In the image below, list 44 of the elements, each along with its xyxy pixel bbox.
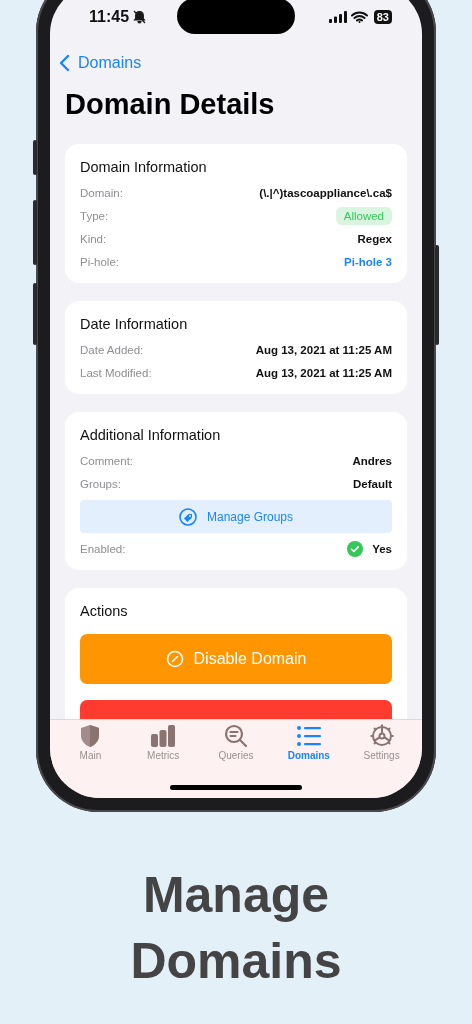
tag-icon [178, 507, 197, 526]
field-value: Aug 13, 2021 at 11:25 AM [255, 344, 392, 356]
action-button[interactable]: Disable Domain [80, 634, 392, 684]
bar-chart-icon [149, 724, 178, 748]
manage-groups-button[interactable]: Manage Groups [80, 500, 392, 533]
section-title: Additional Information [80, 426, 222, 444]
field-value: Andres [352, 455, 392, 467]
field-label: Kind: [80, 233, 107, 245]
wifi-icon [350, 11, 368, 23]
list-icon [294, 724, 323, 748]
field-value: Yes [372, 543, 392, 555]
back-button[interactable]: Domains [59, 52, 142, 74]
field-value: (\.|^)tascoappliance\.ca$ [259, 187, 392, 199]
field-label: Date Added: [80, 344, 144, 356]
section-title: Actions [80, 602, 129, 620]
tab-item[interactable]: Metrics [129, 724, 198, 761]
field-label: Groups: [80, 478, 121, 490]
field-value: Regex [357, 233, 392, 245]
field-label: Last Modified: [80, 367, 152, 379]
section-title: Date Information [80, 315, 189, 333]
tab-item[interactable]: Main [56, 724, 125, 761]
tab-item[interactable]: Queries [202, 724, 270, 761]
section-title: Domain Information [80, 158, 208, 176]
signal-icon [328, 11, 347, 23]
chevron-left-icon [59, 54, 70, 72]
battery-level: 83 [373, 10, 392, 24]
field-label: Enabled: [80, 543, 126, 555]
page-title: Domain Details [65, 87, 276, 122]
field-label: Comment: [80, 455, 134, 467]
field-label: Pi-hole: [80, 256, 119, 268]
field-label: Type: [80, 210, 109, 222]
disable-icon [165, 650, 184, 668]
tab-item[interactable]: Domains [274, 724, 343, 761]
field-value: Default [353, 478, 392, 490]
type-badge: Allowed [335, 207, 392, 225]
field-label: Domain: [80, 187, 123, 199]
field-value: Aug 13, 2021 at 11:25 AM [255, 367, 392, 379]
pihole-link[interactable]: Pi-hole 3 [344, 256, 392, 268]
status-time: 11:45 [89, 8, 130, 26]
check-circle-icon [347, 541, 364, 557]
search-icon [222, 724, 250, 748]
bell-slash-icon [133, 10, 147, 24]
tab-item[interactable]: Settings [347, 724, 416, 761]
caption-text: Manage Domains [129, 866, 343, 991]
